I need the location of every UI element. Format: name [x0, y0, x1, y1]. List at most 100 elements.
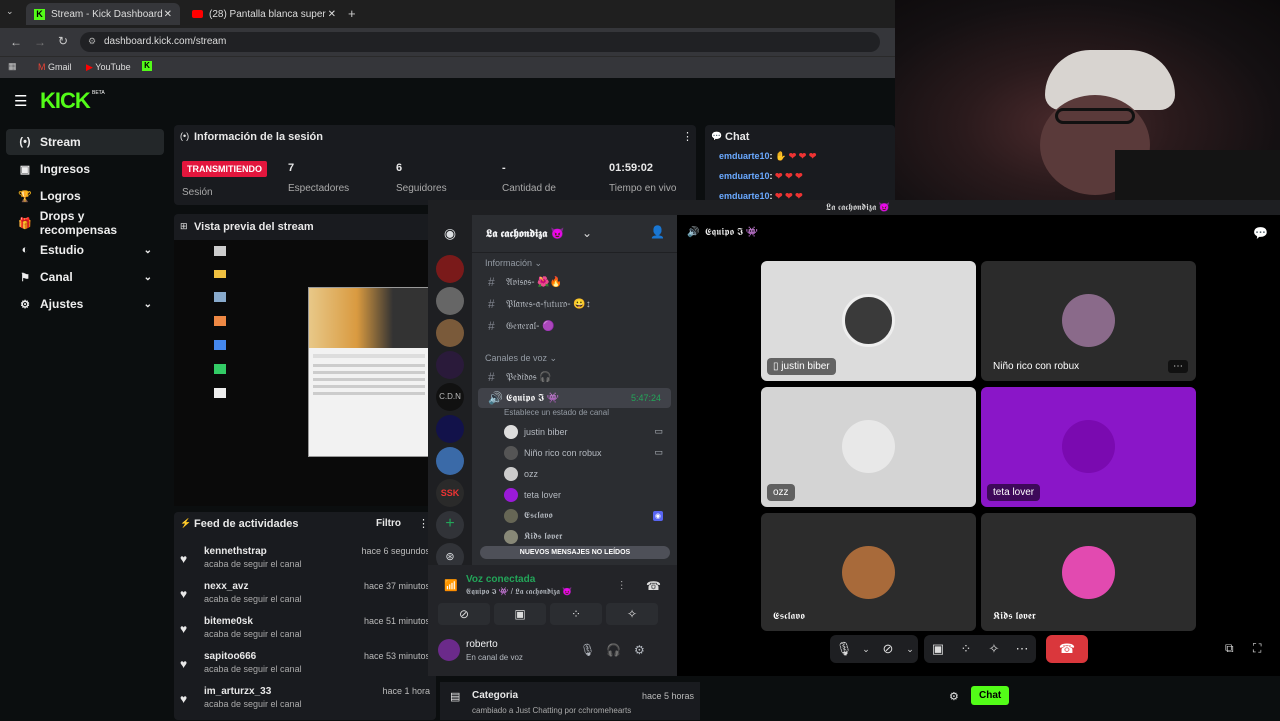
new-messages-pill[interactable]: NUEVOS MENSAJES NO LEÍDOS — [480, 546, 670, 559]
sidebar-item-canal[interactable]: ⚑ Canal ⌄ — [6, 264, 164, 290]
disconnect-icon[interactable]: ☎ — [646, 579, 661, 593]
heart-icon: ♥ — [180, 622, 188, 636]
server-icon[interactable] — [436, 447, 464, 475]
close-icon[interactable]: ✕ — [164, 9, 172, 20]
back-icon[interactable]: ← — [10, 35, 22, 49]
url-field[interactable]: ⚙ dashboard.kick.com/stream — [80, 32, 880, 52]
camera-off-button[interactable]: ⊘ — [874, 635, 902, 663]
more-options-icon[interactable]: ⋯ — [1168, 360, 1188, 373]
apps-icon[interactable]: ▦ — [8, 61, 17, 72]
microphone-icon[interactable]: 🎙 — [580, 643, 595, 657]
server-icon[interactable] — [436, 255, 464, 283]
chat-username[interactable]: emduarte10 — [719, 151, 770, 161]
filter-button[interactable]: Filtro — [376, 518, 401, 529]
server-icon[interactable] — [436, 287, 464, 315]
fullscreen-icon[interactable]: ⛶ — [1253, 641, 1261, 656]
voice-channel[interactable]: # 𝔓𝔢𝔡𝔦𝔡𝔬𝔰 🎧 — [478, 366, 671, 388]
sidebar-item-stream[interactable]: (•) Stream — [6, 129, 164, 155]
voice-member[interactable]: ozz — [472, 463, 677, 484]
chevron-down-icon[interactable]: ⌄ — [902, 635, 918, 663]
server-icon[interactable]: SSK — [436, 479, 464, 507]
invite-icon[interactable]: 👤 — [650, 225, 665, 239]
voice-tile-justin-biber[interactable]: ▯ justin biber — [761, 261, 976, 381]
sidebar-item-drops[interactable]: 🎁 Drops y recompensas — [6, 209, 164, 237]
menu-icon[interactable]: ☰ — [14, 92, 27, 110]
popout-icon[interactable]: ⧉ — [1225, 641, 1234, 656]
sidebar-item-ajustes[interactable]: ⚙ Ajustes ⌄ — [6, 291, 164, 317]
server-icon[interactable] — [436, 351, 464, 379]
chat-username[interactable]: emduarte10 — [719, 171, 770, 181]
browser-tab-youtube[interactable]: (28) Pantalla blanca super brilla ✕ — [184, 3, 344, 25]
new-tab-button[interactable]: + — [348, 6, 356, 21]
server-icon[interactable]: C.D.N — [436, 383, 464, 411]
video-off-button[interactable]: ⊘ — [438, 603, 490, 625]
voice-member[interactable]: Niño rico con robux ▭ — [472, 442, 677, 463]
hang-up-button[interactable]: ☎ — [1046, 635, 1088, 663]
feed-user[interactable]: biteme0sk — [204, 616, 302, 627]
close-icon[interactable]: ✕ — [328, 9, 336, 20]
voice-channel-active[interactable]: 🔊 𝕰𝖖𝖚𝖎𝖕𝖔 𝕴 👾 5:47:24 — [478, 388, 671, 408]
feed-user[interactable]: nexx_avz — [204, 581, 302, 592]
server-header[interactable]: 𝕷𝖆 𝖈𝖆𝖈𝖍𝖔𝖓𝖉𝖎𝖟𝖆 😈 ⌄ 👤 — [472, 215, 677, 253]
browser-tab-kick[interactable]: K Stream - Kick Dashboard ✕ — [26, 3, 180, 25]
bookmark-youtube[interactable]: ▶ YouTube — [86, 62, 131, 73]
headphones-icon[interactable]: 🎧 — [606, 643, 621, 657]
hash-icon: # — [488, 370, 495, 384]
voice-member[interactable]: teta lover — [472, 484, 677, 505]
voice-tile-esclavo[interactable]: 𝕰𝖘𝖈𝖑𝖆𝖛𝖔 — [761, 513, 976, 631]
bookmark-gmail[interactable]: M Gmail — [38, 62, 72, 72]
bookmark-kick[interactable]: K — [142, 61, 152, 71]
sidebar-item-logros[interactable]: 🏆 Logros — [6, 183, 164, 209]
sidebar-item-estudio[interactable]: ◐ Estudio ⌄ — [6, 237, 164, 263]
chevron-down-icon[interactable]: ⌄ — [858, 635, 874, 663]
voice-member[interactable]: 𝕰𝖘𝖈𝖑𝖆𝖛𝖔 ◉ — [472, 505, 677, 526]
feed-user[interactable]: sapitoo666 — [204, 651, 302, 662]
category-voice[interactable]: Canales de voz ⌄ — [485, 353, 557, 364]
screen-share-button[interactable]: ▣ — [494, 603, 546, 625]
forward-icon[interactable]: → — [34, 35, 46, 49]
voice-tile-teta-lover[interactable]: teta lover — [981, 387, 1196, 507]
channel-status[interactable]: Establece un estado de canal — [472, 408, 677, 420]
voice-member[interactable]: 𝕶𝖎𝖉𝖘 𝖑𝖔𝖛𝖊𝖗 — [472, 526, 677, 547]
category-detail: cambiado a Just Chatting por cchromehear… — [472, 706, 632, 715]
chat-bubble-icon[interactable]: 💬 — [1253, 226, 1268, 240]
soundboard-button[interactable]: ✧ — [980, 635, 1008, 663]
bookmark-label: Gmail — [48, 62, 72, 72]
flag-icon: ⚑ — [20, 271, 30, 284]
tab-title: Stream - Kick Dashboard — [51, 8, 163, 20]
more-options-button[interactable]: ⋯ — [1008, 635, 1036, 663]
text-channel[interactable]: # 𝔓𝔩𝔞𝔫𝔢𝔰-𝔞-𝔣𝔲𝔱𝔲𝔯𝔬- 😀↕ — [478, 293, 671, 315]
kick-header: ☰ KICK BETA — [0, 80, 895, 122]
stream-preview-video[interactable] — [174, 240, 436, 506]
text-channel[interactable]: # 𝔊𝔢𝔫𝔢𝔯𝔞𝔩- 🟣 — [478, 315, 671, 337]
text-channel[interactable]: # 𝔄𝔳𝔦𝔰𝔬𝔰- 🌺🔥 — [478, 271, 671, 293]
feed-user[interactable]: im_arturzx_33 — [204, 686, 302, 697]
discord-home-icon[interactable]: ◉ — [436, 219, 464, 247]
voice-tile-ozz[interactable]: ozz — [761, 387, 976, 507]
screen-share-button[interactable]: ▣ — [924, 635, 952, 663]
gift-icon: 🎁 — [18, 217, 32, 230]
add-server-icon[interactable]: + — [436, 511, 464, 539]
server-icon[interactable] — [436, 415, 464, 443]
sidebar-item-ingresos[interactable]: ▣ Ingresos — [6, 156, 164, 182]
voice-member[interactable]: justin biber ▭ — [472, 421, 677, 442]
chat-settings-icon[interactable]: ⚙ — [949, 690, 959, 703]
voice-tile-nino-rico[interactable]: Niño rico con robux ⋯ — [981, 261, 1196, 381]
site-info-icon[interactable]: ⚙ — [88, 36, 96, 47]
voice-tile-kids-lover[interactable]: 𝕶𝖎𝖉𝖘 𝖑𝖔𝖛𝖊𝖗 — [981, 513, 1196, 631]
activities-button[interactable]: ⁘ — [550, 603, 602, 625]
tab-list-button[interactable]: ⌄ — [6, 6, 20, 20]
reload-icon[interactable]: ↻ — [58, 34, 68, 48]
user-panel[interactable]: roberto En canal de voz 🎙 🎧 ⚙ — [438, 635, 673, 669]
gear-icon[interactable]: ⚙ — [634, 643, 645, 657]
server-icon[interactable] — [436, 319, 464, 347]
noise-suppression-icon[interactable]: ⫶ — [620, 579, 623, 594]
soundboard-button[interactable]: ✧ — [606, 603, 658, 625]
category-info[interactable]: Información ⌄ — [485, 258, 542, 269]
activities-button[interactable]: ⁘ — [952, 635, 980, 663]
chat-send-button[interactable]: Chat — [971, 686, 1010, 705]
microphone-button[interactable]: 🎙 — [830, 635, 858, 663]
feed-user[interactable]: kennethstrap — [204, 546, 302, 557]
more-options-icon[interactable]: ⋮ — [682, 130, 693, 143]
kick-logo[interactable]: KICK — [40, 88, 91, 114]
